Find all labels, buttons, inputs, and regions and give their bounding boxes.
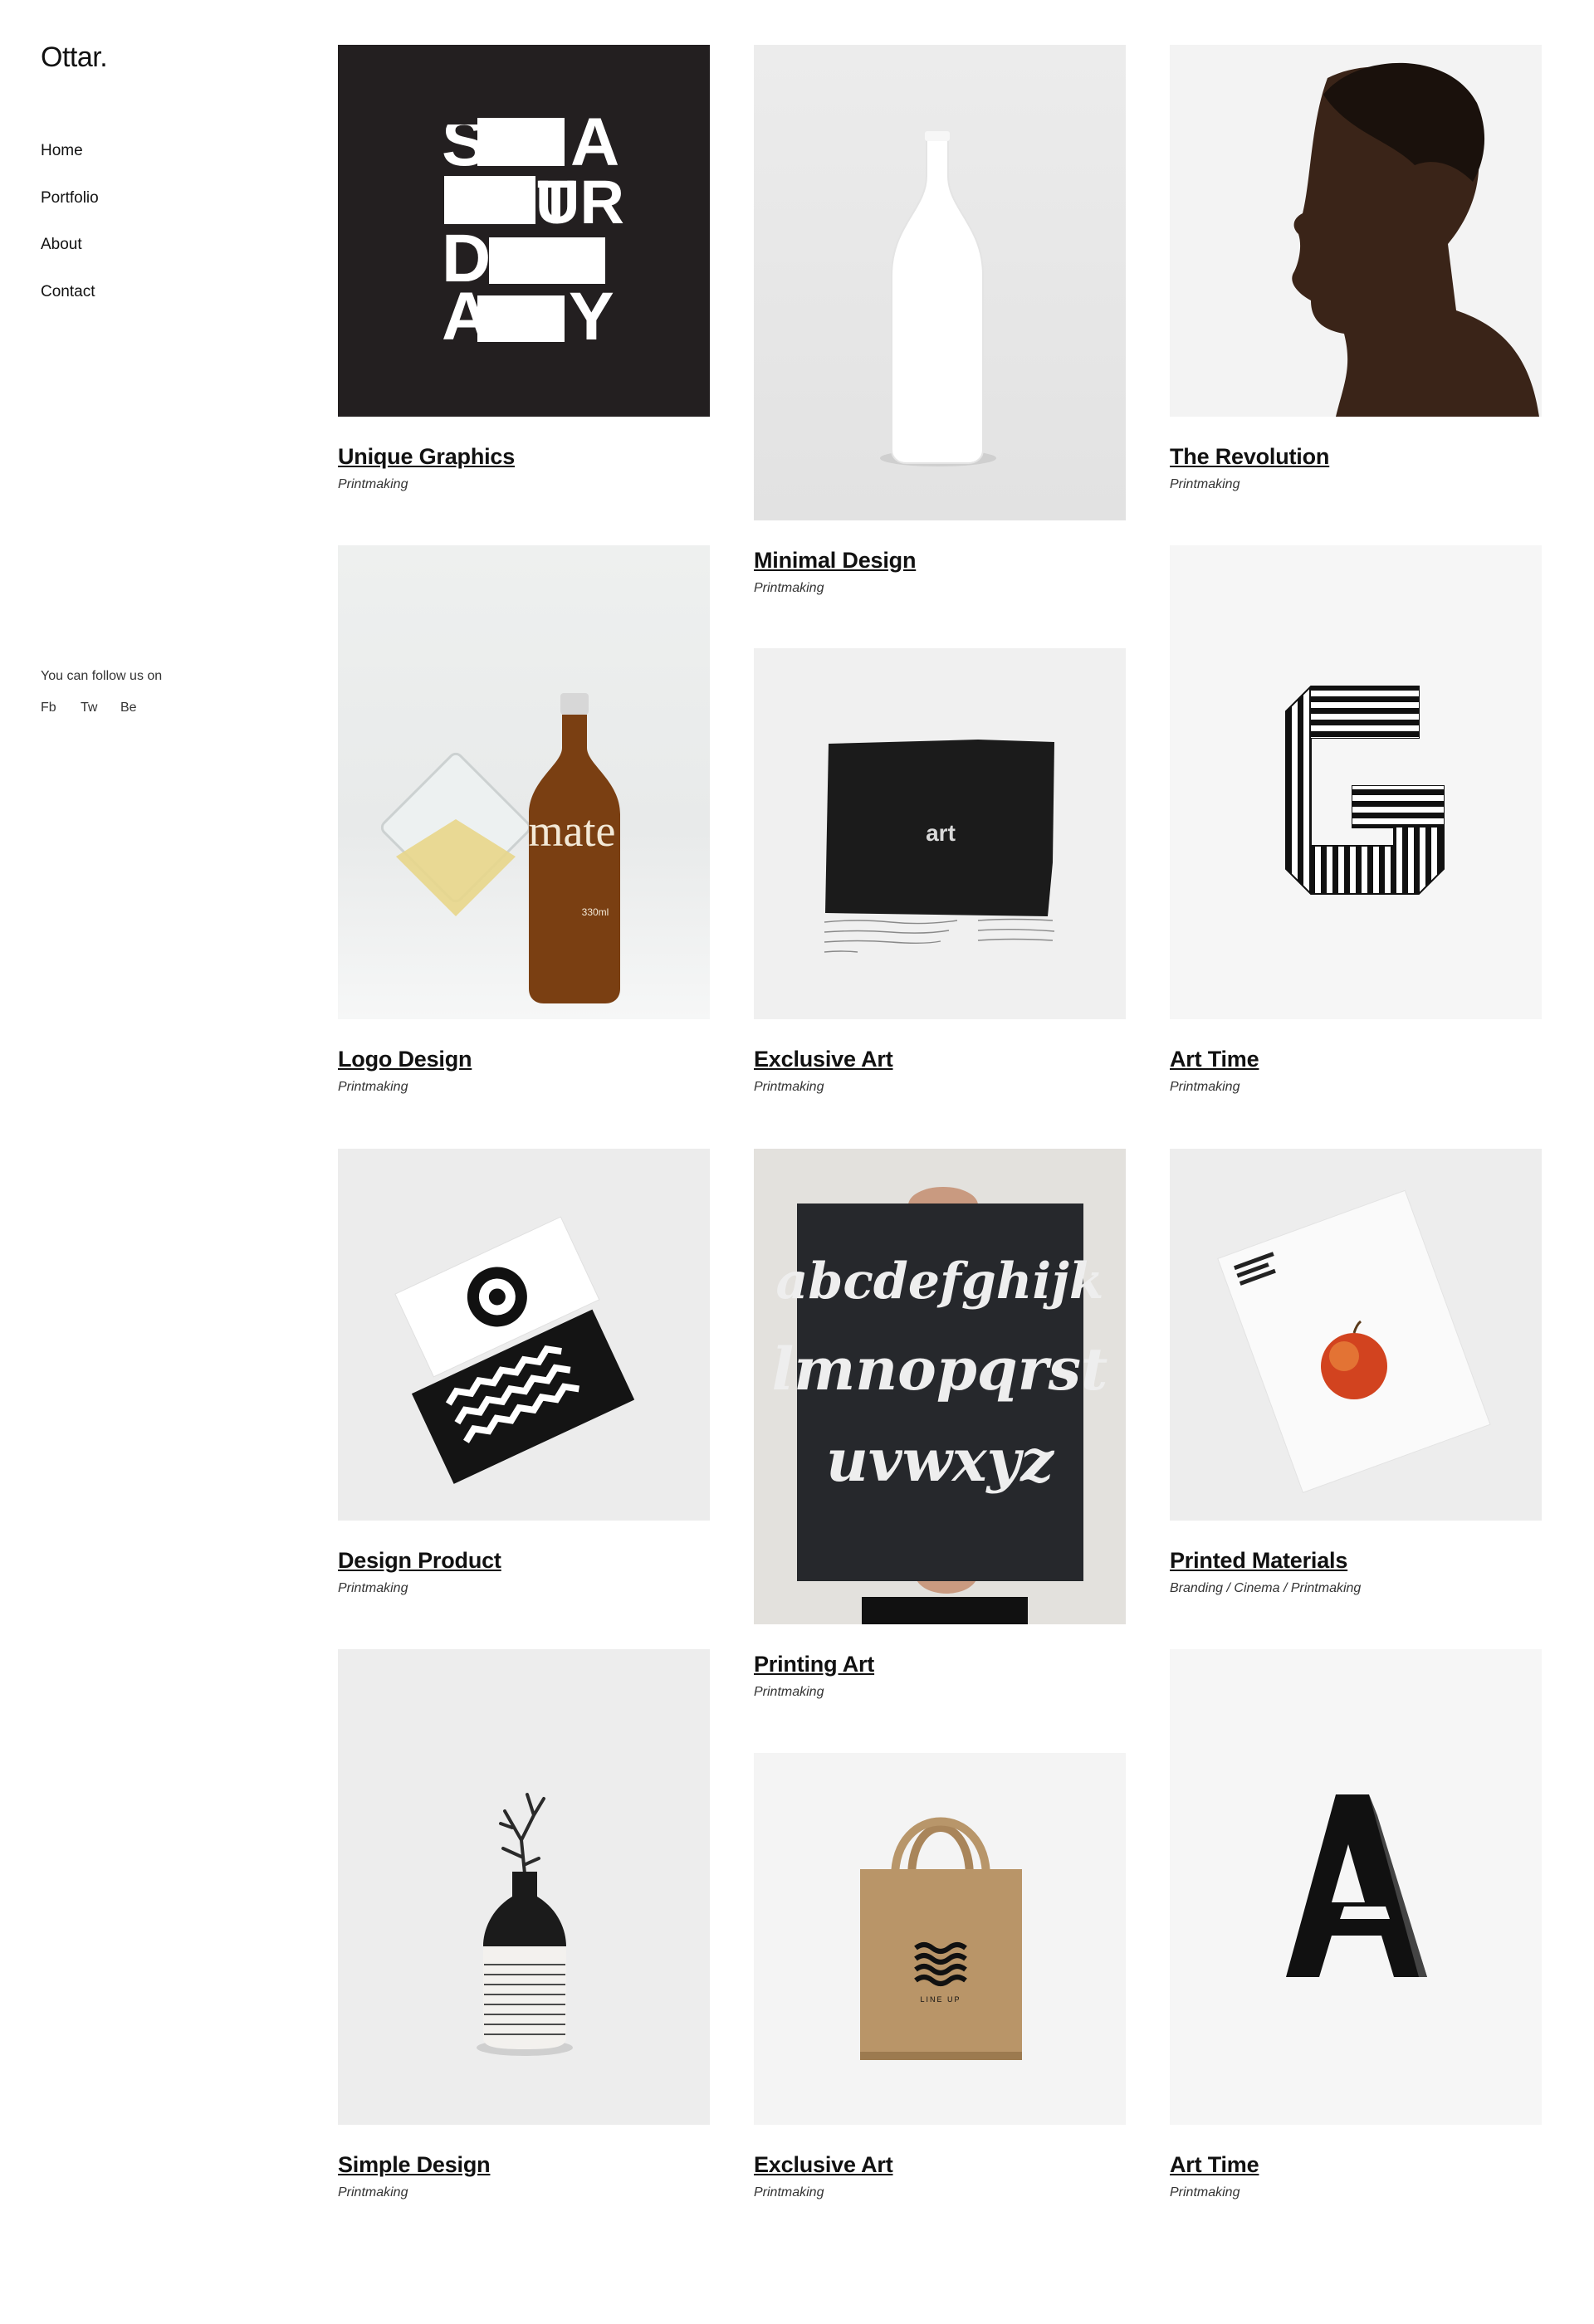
- portfolio-thumb-simple-design[interactable]: [338, 1649, 710, 2125]
- poster-letters-ur: UR: [535, 168, 624, 237]
- portfolio-title[interactable]: Minimal Design: [754, 548, 1126, 574]
- print-art-label: art: [926, 820, 956, 846]
- striped-vase-image: [477, 1793, 573, 2056]
- site-logo[interactable]: Ottar.: [41, 42, 108, 74]
- bottle-volume-text: 330ml: [582, 906, 609, 918]
- business-cards-image: [394, 1216, 635, 1484]
- portfolio-item: abcdefghijk lmnopqrst uvwxyz Printing Ar…: [754, 1149, 1126, 1700]
- portfolio-title[interactable]: Simple Design: [338, 2152, 710, 2178]
- portfolio-thumb-the-revolution[interactable]: [1170, 45, 1542, 417]
- social-links: Fb Tw Be: [41, 701, 160, 715]
- nav-item-about[interactable]: About: [41, 235, 99, 282]
- profile-portrait-image: [1292, 62, 1539, 417]
- portfolio-thumb-printing-art[interactable]: abcdefghijk lmnopqrst uvwxyz: [754, 1149, 1126, 1624]
- portfolio-thumb-unique-graphics[interactable]: S A T UR D A Y: [338, 45, 710, 417]
- portfolio-title[interactable]: Art Time: [1170, 1047, 1542, 1072]
- portfolio-item: S A T UR D A Y Unique Graphics Printmaki…: [338, 45, 710, 492]
- social-link-twitter[interactable]: Tw: [81, 701, 120, 715]
- portfolio-category: Printmaking: [754, 1685, 824, 1699]
- portfolio-title[interactable]: Exclusive Art: [754, 1047, 1126, 1072]
- portfolio-item: Printed Materials Branding / Cinema / Pr…: [1170, 1149, 1542, 1596]
- portfolio-category: Printmaking: [1170, 2185, 1240, 2200]
- black-print-art-image: art: [824, 740, 1055, 953]
- portfolio-item: Minimal Design Printmaking: [754, 45, 1126, 596]
- portfolio-thumb-art-time-a[interactable]: [1170, 1649, 1542, 2125]
- tote-bag-image: LINE UP: [860, 1817, 1022, 2060]
- striped-letter-g-image: [1285, 686, 1445, 895]
- portfolio-category: Printmaking: [1170, 1080, 1240, 1094]
- portfolio-thumb-exclusive-art[interactable]: art: [754, 648, 1126, 1019]
- portfolio-title[interactable]: Printed Materials: [1170, 1548, 1542, 1574]
- nav-item-home[interactable]: Home: [41, 141, 99, 188]
- poster-alphabet-line-3: uvwxyz: [826, 1426, 1054, 1495]
- social-link-facebook[interactable]: Fb: [41, 701, 81, 715]
- sidebar: Ottar. Home Portfolio About Contact You …: [0, 0, 315, 2324]
- alphabet-poster-image: abcdefghijk lmnopqrst uvwxyz: [772, 1187, 1108, 1624]
- portfolio-category: Printmaking: [338, 1581, 408, 1595]
- white-bottle-image: [880, 131, 996, 466]
- portfolio-category: Printmaking: [338, 2185, 408, 2200]
- tote-bag-label: LINE UP: [920, 1995, 961, 2004]
- portfolio-thumb-minimal-design[interactable]: [754, 45, 1126, 520]
- portfolio-category: Printmaking: [338, 477, 408, 491]
- portfolio-item: Simple Design Printmaking: [338, 1649, 710, 2200]
- poster-alphabet-line-2: lmnopqrst: [772, 1335, 1108, 1404]
- portfolio-item: Design Product Printmaking: [338, 1149, 710, 1596]
- portfolio-title[interactable]: Art Time: [1170, 2152, 1542, 2178]
- poster-alphabet-line-1: abcdefghijk: [776, 1252, 1104, 1311]
- portfolio-category: Printmaking: [338, 1080, 408, 1094]
- bottle-label-text: mate: [529, 806, 616, 856]
- portfolio-category: Printmaking: [1170, 477, 1240, 491]
- glass-and-bottle-image: mate 330ml: [380, 693, 620, 1003]
- portfolio-item: LINE UP Exclusive Art Printmaking: [754, 1753, 1126, 2200]
- portfolio-category: Printmaking: [754, 581, 824, 595]
- portfolio-thumb-art-time-g[interactable]: [1170, 545, 1542, 1019]
- social-link-behance[interactable]: Be: [120, 701, 160, 715]
- portfolio-title[interactable]: The Revolution: [1170, 444, 1542, 470]
- portfolio-item: Art Time Printmaking: [1170, 1649, 1542, 2200]
- portfolio-category: Branding / Cinema / Printmaking: [1170, 1581, 1362, 1595]
- portfolio-title[interactable]: Design Product: [338, 1548, 710, 1574]
- portfolio-category: Printmaking: [754, 1080, 824, 1094]
- portfolio-item: Art Time Printmaking: [1170, 545, 1542, 1095]
- follow-text: You can follow us on: [41, 669, 163, 683]
- portfolio-title[interactable]: Exclusive Art: [754, 2152, 1126, 2178]
- portfolio-item: mate 330ml Logo Design Printmaking: [338, 545, 710, 1095]
- letter-a-3d-image: [1286, 1794, 1427, 1977]
- portfolio-thumb-exclusive-art-tote[interactable]: LINE UP: [754, 1753, 1126, 2125]
- poster-letter-y: Y: [569, 279, 614, 354]
- portfolio-thumb-printed-materials[interactable]: [1170, 1149, 1542, 1521]
- portfolio-thumb-logo-design[interactable]: mate 330ml: [338, 545, 710, 1019]
- portfolio-category: Printmaking: [754, 2185, 824, 2200]
- portfolio-item: art Exclusive Art Printmaking: [754, 648, 1126, 1095]
- portfolio-thumb-design-product[interactable]: [338, 1149, 710, 1521]
- main-nav: Home Portfolio About Contact: [41, 141, 99, 329]
- portfolio-title[interactable]: Logo Design: [338, 1047, 710, 1072]
- nav-item-contact[interactable]: Contact: [41, 282, 99, 330]
- portfolio-title[interactable]: Unique Graphics: [338, 444, 710, 470]
- nav-item-portfolio[interactable]: Portfolio: [41, 188, 99, 236]
- portfolio-item: The Revolution Printmaking: [1170, 45, 1542, 492]
- portfolio-title[interactable]: Printing Art: [754, 1652, 1126, 1677]
- saturday-poster-image: S A T UR D A Y: [442, 105, 624, 354]
- apple-print-image: [1217, 1189, 1491, 1493]
